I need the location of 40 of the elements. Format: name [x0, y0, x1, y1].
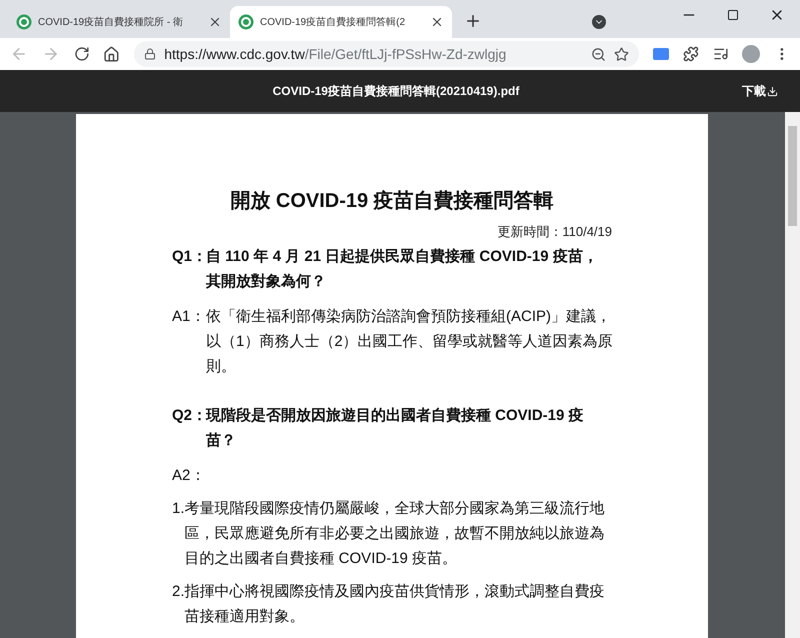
browser-tab[interactable]: COVID-19疫苗自費接種問答輯(2: [230, 6, 452, 38]
address-bar[interactable]: https://www.cdc.gov.tw/File/Get/ftLJj-fPSsHw-Zd-zwlgjg: [134, 41, 639, 67]
answer-label: A2：: [172, 466, 206, 486]
profile-avatar-icon[interactable]: [742, 45, 760, 63]
tab-title: COVID-19疫苗自費接種問答輯(2: [260, 16, 406, 30]
download-button[interactable]: 下載: [742, 82, 778, 100]
scrollbar[interactable]: [785, 112, 800, 638]
extensions-icon[interactable]: [682, 46, 699, 62]
new-tab-icon[interactable]: [464, 12, 482, 30]
extension-icon[interactable]: [652, 48, 669, 60]
reload-icon[interactable]: [74, 46, 90, 62]
document-title: 開放 COVID-19 疫苗自費接種問答輯: [229, 188, 555, 214]
browser-tab[interactable]: COVID-19疫苗自費接種院所 - 衛: [8, 6, 230, 38]
lock-icon: [144, 48, 156, 60]
list-item-text: 考量現階段國際疫情仍屬嚴峻，全球大部分國家為第三級流行地 區，民眾應避免所有非必要之出國旅遊，故暫不開放純以旅遊為 目的之出國者自費接種 COVID-19 疫苗。: [184, 498, 605, 568]
home-icon[interactable]: [103, 46, 120, 62]
scrollbar-thumb[interactable]: [788, 126, 797, 226]
close-icon[interactable]: [208, 15, 222, 29]
list-number: 1.: [172, 498, 185, 518]
globe-logo-icon: [238, 14, 254, 30]
media-icon[interactable]: [712, 46, 728, 62]
answer-label: A1：: [172, 306, 206, 326]
answer-text: 依「衛生福利部傳染病防治諮詢會預防接種組(ACIP)」建議， 以（1）商務人士（2）出國工作、留學或就醫等人道因素為原 則。: [206, 306, 613, 376]
list-item-text: 指揮中心將視國際疫情及國內疫苗供貨情形，滾動式調整自費疫 苗接種適用對象。: [184, 582, 605, 626]
file-name: COVID-19疫苗自費接種問答輯(20210419).pdf: [272, 83, 520, 100]
list-number: 2.: [172, 582, 185, 602]
question-label: Q1：: [172, 246, 206, 266]
maximize-icon[interactable]: [727, 9, 739, 21]
download-icon: [767, 86, 778, 96]
question-text: 現階段是否開放因旅遊目的出國者自費接種 COVID-19 疫 苗？: [206, 406, 584, 450]
question-text: 自 110 年 4 月 21 日起提供民眾自費接種 COVID-19 疫苗， 其開放對象為何？: [206, 246, 598, 292]
globe-logo-icon: [16, 14, 32, 30]
tab-search-icon[interactable]: [592, 15, 606, 29]
star-icon[interactable]: [614, 46, 629, 62]
question-label: Q2：: [172, 406, 206, 426]
tab-title: COVID-19疫苗自費接種院所 - 衛: [38, 16, 184, 30]
update-date: 更新時間：110/4/19: [497, 223, 612, 241]
close-icon[interactable]: [430, 15, 444, 29]
zoom-out-icon[interactable]: [590, 46, 606, 62]
url-text: https://www.cdc.gov.tw/File/Get/ftLJj-fPSsHw-Zd-zwlgjg: [164, 44, 508, 64]
